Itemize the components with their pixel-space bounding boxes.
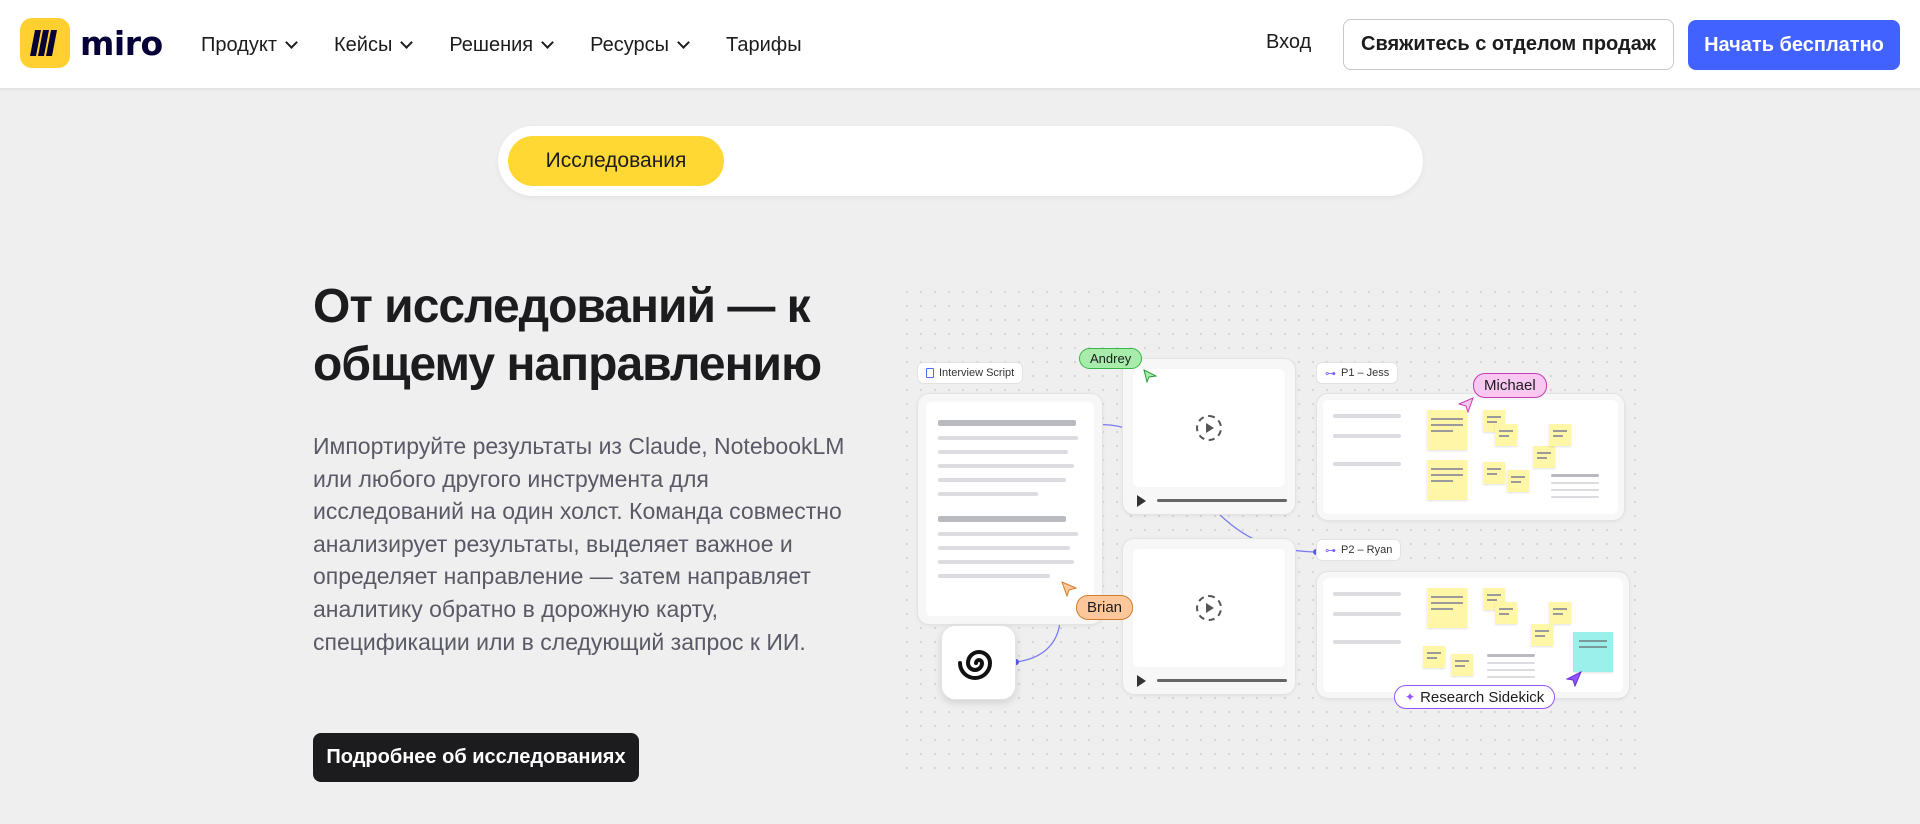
- research-sidekick-tag: ✦ Research Sidekick: [1394, 685, 1556, 709]
- play-icon: [1196, 415, 1222, 441]
- p2-ryan-chip: ⊶ P2 – Ryan: [1316, 539, 1402, 561]
- hero-description: Импортируйте результаты из Claude, Noteb…: [313, 433, 845, 655]
- nav-product-label: Продукт: [201, 33, 277, 56]
- cursor-andrey-arrow-icon: [1143, 369, 1157, 383]
- cursor-michael: Michael: [1473, 373, 1547, 398]
- ai-tool-icon-card: [941, 625, 1016, 700]
- nav-resources[interactable]: Ресурсы: [590, 30, 690, 60]
- flow-icon: ⊶: [1325, 544, 1336, 557]
- chevron-down-icon: [677, 35, 690, 49]
- play-button-icon: [1137, 675, 1146, 687]
- logo-text: miro: [80, 23, 163, 63]
- p1-jess-chip: ⊶ P1 – Jess: [1316, 362, 1399, 384]
- miro-logo[interactable]: miro: [20, 18, 163, 68]
- document-icon: [926, 368, 934, 378]
- cursor-michael-arrow-icon: [1458, 397, 1474, 413]
- use-case-tabs: Исследования: [498, 126, 1423, 196]
- play-button-icon: [1137, 495, 1146, 507]
- nav-pricing[interactable]: Тарифы: [726, 30, 802, 60]
- research-board-illustration: Interview Script ⊶ P1 – Jess ⊶ P2 – Ryan…: [900, 285, 1640, 775]
- cursor-brian-arrow-icon: [1061, 581, 1077, 597]
- nav-cases[interactable]: Кейсы: [334, 30, 414, 60]
- spiral-icon: [958, 650, 993, 680]
- chevron-down-icon: [541, 35, 555, 49]
- interview-script-chip: Interview Script: [917, 362, 1024, 384]
- nav-solutions-label: Решения: [449, 33, 534, 56]
- play-icon: [1196, 595, 1222, 621]
- p1-jess-label: P1 – Jess: [1341, 367, 1390, 379]
- hero-title: От исследований — к общему направлению: [313, 280, 822, 391]
- p2-ryan-label: P2 – Ryan: [1341, 544, 1393, 556]
- miro-logo-icon: [20, 18, 70, 68]
- learn-more-research-button[interactable]: Подробнее об исследованиях: [313, 733, 639, 782]
- nav-pricing-label: Тарифы: [726, 33, 802, 56]
- tab-research[interactable]: Исследования: [508, 136, 724, 186]
- research-sidekick-label: Research Sidekick: [1420, 688, 1545, 706]
- main-nav: Продукт Кейсы Решения Ресурсы Тарифы: [201, 30, 840, 60]
- video-card-2: [1122, 538, 1296, 695]
- nav-cases-label: Кейсы: [334, 33, 393, 56]
- contact-sales-button[interactable]: Свяжитесь с отделом продаж: [1343, 19, 1674, 70]
- teal-sticky: [1573, 632, 1613, 672]
- chevron-down-icon: [400, 35, 414, 49]
- cursor-brian: Brian: [1076, 595, 1134, 620]
- start-free-button[interactable]: Начать бесплатно: [1688, 20, 1900, 70]
- chevron-down-icon: [285, 35, 298, 49]
- login-link[interactable]: Вход: [1266, 31, 1311, 54]
- nav-resources-label: Ресурсы: [590, 33, 669, 56]
- sidekick-cursor-icon: [1566, 671, 1582, 687]
- top-navigation-bar: miro Продукт Кейсы Решения Ресурсы Тариф…: [0, 0, 1920, 89]
- interview-script-label: Interview Script: [939, 367, 1015, 379]
- nav-product[interactable]: Продукт: [201, 30, 298, 60]
- flow-icon: ⊶: [1325, 367, 1336, 380]
- cursor-andrey: Andrey: [1079, 348, 1143, 369]
- p2-notes-card: [1316, 571, 1630, 699]
- nav-solutions[interactable]: Решения: [449, 30, 555, 60]
- sparkle-icon: ✦: [1405, 690, 1416, 704]
